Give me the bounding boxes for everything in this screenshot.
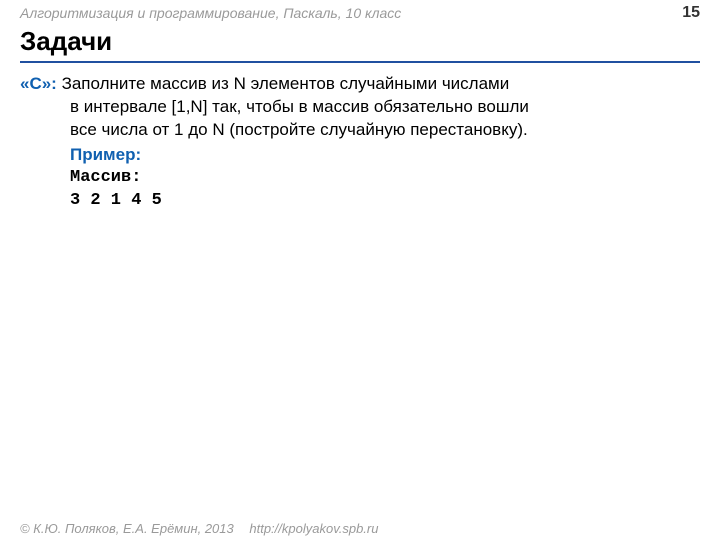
page-number: 15 bbox=[682, 4, 700, 22]
page-title: Задачи bbox=[20, 26, 700, 63]
task-label: «С»: bbox=[20, 74, 62, 93]
task-text-3: все числа от 1 до N (постройте случайную… bbox=[70, 120, 528, 139]
copyright-text: © К.Ю. Поляков, Е.А. Ерёмин, 2013 bbox=[20, 521, 234, 536]
header-bar: Алгоритмизация и программирование, Паска… bbox=[0, 0, 720, 24]
task-line-3: все числа от 1 до N (постройте случайную… bbox=[20, 119, 700, 142]
course-info: Алгоритмизация и программирование, Паска… bbox=[20, 5, 401, 21]
title-section: Задачи bbox=[0, 24, 720, 65]
array-values: 3 2 1 4 5 bbox=[20, 190, 700, 213]
task-line-1: «С»: Заполните массив из N элементов слу… bbox=[20, 73, 700, 96]
footer: © К.Ю. Поляков, Е.А. Ерёмин, 2013 http:/… bbox=[20, 521, 378, 536]
array-label: Массив: bbox=[20, 167, 700, 190]
task-line-2: в интервале [1,N] так, чтобы в массив об… bbox=[20, 96, 700, 119]
footer-url: http://kpolyakov.spb.ru bbox=[249, 521, 378, 536]
content-area: «С»: Заполните массив из N элементов слу… bbox=[0, 65, 720, 213]
task-text-2: в интервале [1,N] так, чтобы в массив об… bbox=[70, 97, 529, 116]
task-text-1: Заполните массив из N элементов случайны… bbox=[62, 74, 510, 93]
example-label: Пример: bbox=[20, 144, 700, 167]
